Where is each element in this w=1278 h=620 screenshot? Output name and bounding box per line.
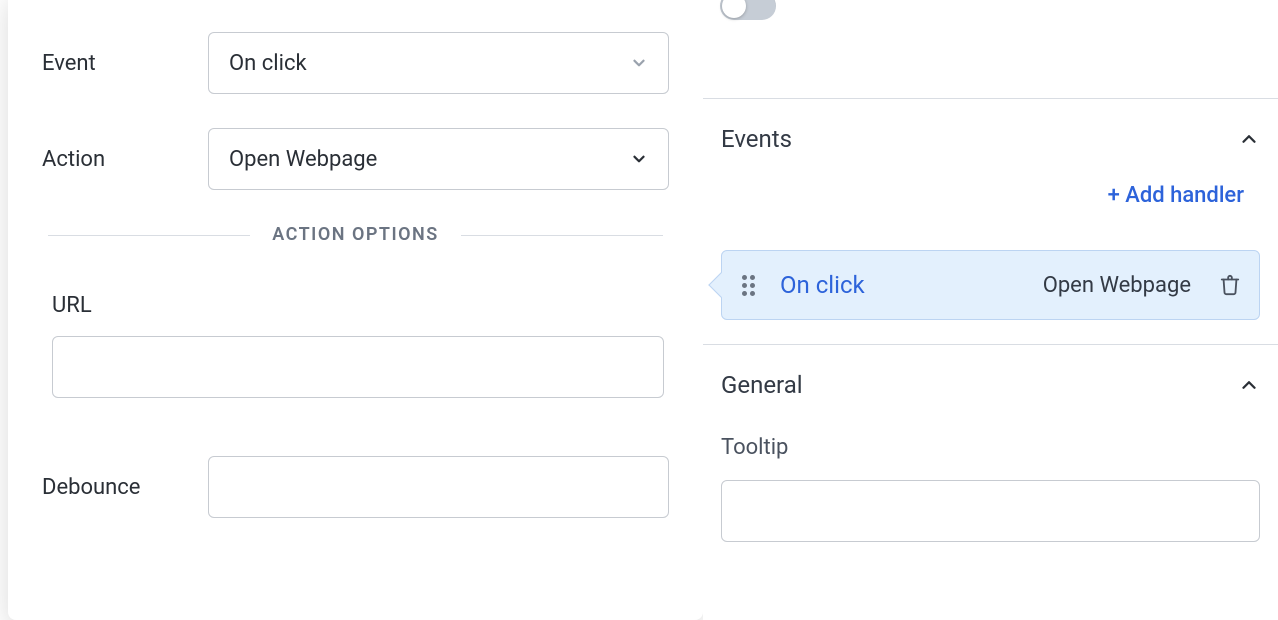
action-row: Action Open Webpage [42,128,669,190]
action-options-divider: ACTION OPTIONS [42,224,669,245]
general-header[interactable]: General [721,371,1260,399]
chevron-down-icon [630,54,648,72]
url-field: URL [42,293,669,398]
tooltip-label: Tooltip [721,435,1260,460]
debounce-label: Debounce [42,475,208,500]
chevron-up-icon [1238,128,1260,150]
events-title: Events [721,125,792,153]
action-select[interactable]: Open Webpage [208,128,669,190]
event-handler-action: Open Webpage [1043,273,1191,298]
general-title: General [721,371,803,399]
general-section: General Tooltip [703,345,1278,566]
chevron-down-icon [630,150,648,168]
action-label: Action [42,147,208,172]
events-section: Events + Add handler On click Open Webpa… [703,99,1278,344]
url-input[interactable] [52,336,664,398]
tooltip-input[interactable] [721,480,1260,542]
debounce-input[interactable] [208,456,669,518]
active-pointer [708,272,733,297]
event-handler-row[interactable]: On click Open Webpage [721,250,1260,320]
event-label: Event [42,51,208,76]
url-label: URL [52,293,669,318]
add-handler-button[interactable]: + Add handler [721,183,1260,208]
action-select-value: Open Webpage [229,147,377,172]
event-handler-name: On click [780,271,1043,299]
toggle-strip [703,0,1278,18]
toggle-switch[interactable] [720,0,776,20]
events-header[interactable]: Events [721,125,1260,153]
event-select[interactable]: On click [208,32,669,94]
event-editor-popover: Event On click Action Open Webpage ACTIO… [8,0,703,620]
chevron-up-icon [1238,374,1260,396]
event-row: Event On click [42,32,669,94]
event-select-value: On click [229,51,307,76]
drag-handle-icon[interactable] [738,275,758,295]
divider-text: ACTION OPTIONS [250,224,461,245]
inspector-panel: Events + Add handler On click Open Webpa… [703,0,1278,620]
debounce-row: Debounce [42,456,669,518]
trash-icon[interactable] [1219,274,1241,296]
